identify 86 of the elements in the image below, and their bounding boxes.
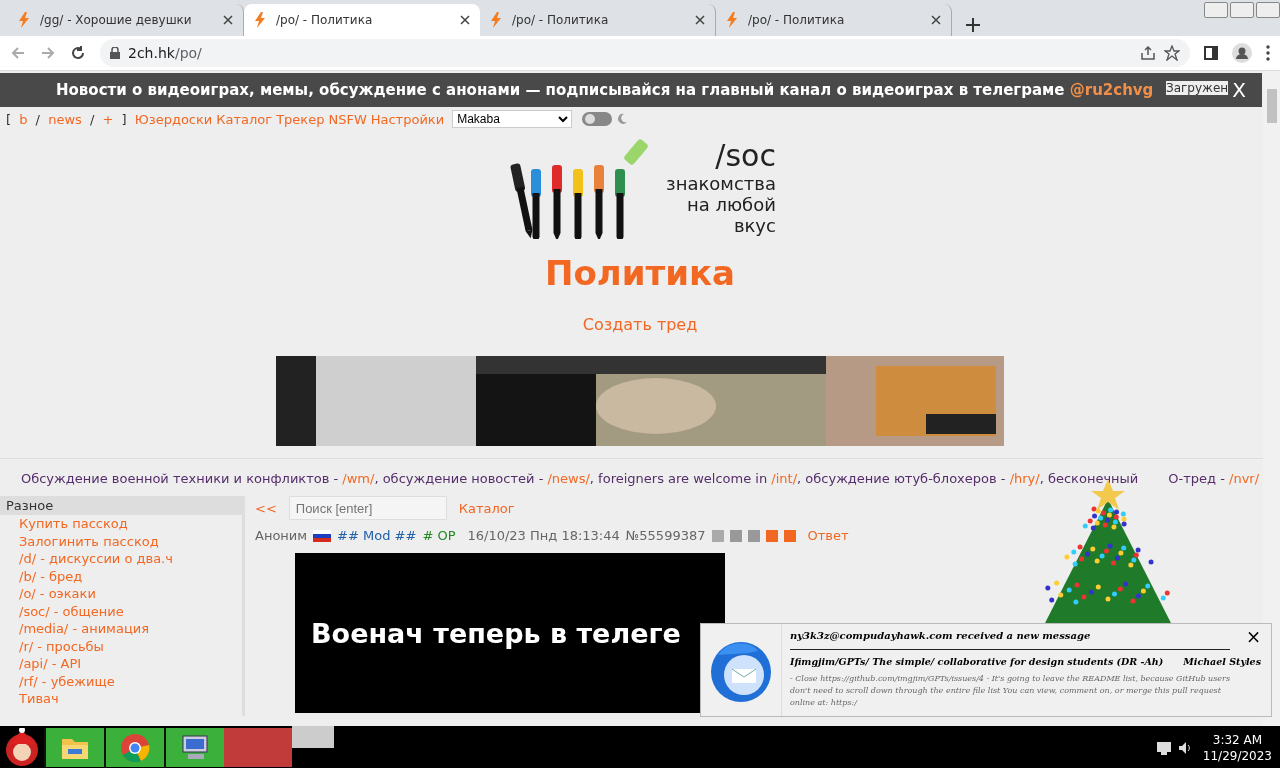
catalog-link[interactable]: Каталог bbox=[458, 500, 515, 516]
chrome-icon bbox=[120, 732, 150, 763]
post-image[interactable]: Военач теперь в телеге bbox=[295, 553, 725, 713]
nav-bracket: ] bbox=[120, 111, 128, 127]
board-description: Обсуждение военной техники и конфликтов - bbox=[20, 471, 340, 486]
reply-link[interactable]: Ответ bbox=[807, 528, 849, 543]
nav-link[interactable]: Каталог bbox=[216, 111, 273, 127]
taskbar-button[interactable] bbox=[44, 728, 104, 767]
board-description: О-тред - bbox=[1168, 471, 1226, 486]
board-link[interactable]: /int/ bbox=[771, 471, 798, 486]
notification-sender: Michael Styles bbox=[1183, 656, 1261, 667]
nav-bracket: [ bbox=[6, 111, 13, 127]
sidebar-link[interactable]: /api/ - API bbox=[0, 655, 242, 673]
board-link[interactable]: /nvr/ bbox=[1229, 471, 1260, 486]
poster-name: Аноним bbox=[255, 528, 308, 543]
announcement-text: Новости о видеоиграх, мемы, обсуждение с анонами — подписывайся на главный канал о видеоиграх в телеграме @ru2chvg bbox=[56, 81, 1154, 99]
clock-date[interactable]: 11/29/2023 bbox=[1202, 747, 1272, 764]
loading-text: Загружен bbox=[1166, 81, 1229, 95]
board-link[interactable]: /news/ bbox=[547, 471, 590, 486]
sidebar-link[interactable]: Купить пасскод bbox=[0, 515, 242, 533]
dark-mode-toggle[interactable] bbox=[582, 112, 613, 126]
side-panel-icon[interactable] bbox=[1204, 46, 1218, 60]
lightning-icon bbox=[18, 12, 30, 28]
menu-icon[interactable] bbox=[1266, 45, 1270, 61]
lightning-icon bbox=[726, 12, 738, 28]
sidebar-link[interactable]: Тивач bbox=[0, 690, 242, 708]
sidebar-link[interactable]: /o/ - оэкаки bbox=[0, 585, 242, 603]
nav-link[interactable]: news bbox=[48, 111, 82, 127]
clock-time[interactable]: 3:32 AM bbox=[1202, 731, 1272, 748]
scrollbar-thumb[interactable] bbox=[1267, 89, 1277, 123]
new-tab-icon[interactable] bbox=[966, 18, 980, 32]
profile-icon[interactable] bbox=[1232, 43, 1252, 63]
share-icon[interactable] bbox=[1140, 45, 1156, 61]
nav-link[interactable]: NSFW bbox=[328, 111, 367, 127]
sidebar-link[interactable]: /r/ - просьбы bbox=[0, 637, 242, 655]
flag-icon bbox=[313, 529, 332, 542]
op-mark: # OP bbox=[422, 528, 456, 543]
notification-popup[interactable] bbox=[700, 623, 1272, 717]
board-description: , обсуждение ютуб-блохеров - bbox=[797, 471, 1007, 486]
close-button[interactable]: X bbox=[1232, 78, 1246, 102]
nav-link[interactable]: b bbox=[19, 111, 28, 127]
sidebar-link[interactable]: /rf/ - убежище bbox=[0, 672, 242, 690]
post-date: 16/10/23 Пнд 18:13:44 bbox=[467, 528, 620, 543]
sidebar-link[interactable]: /b/ - бред bbox=[0, 567, 242, 585]
nav-link[interactable]: Настройки bbox=[370, 111, 445, 127]
nav-link[interactable]: Юзердоски bbox=[134, 111, 213, 127]
style-select[interactable]: Makaba bbox=[452, 110, 573, 128]
logo-board-name: /soc bbox=[715, 139, 776, 173]
sidebar-header: Разное bbox=[0, 496, 242, 515]
board-description: , обсуждение новостей - bbox=[374, 471, 545, 486]
moon-icon bbox=[616, 113, 629, 125]
board-description: , бесконечный bbox=[1039, 471, 1139, 486]
search-field[interactable]: Поиск [enter] bbox=[288, 496, 447, 520]
logo-tagline: вкус bbox=[733, 215, 776, 236]
nav-bracket: / bbox=[34, 111, 41, 127]
browser-tab[interactable]: /po/ - Политика bbox=[244, 4, 480, 36]
notification-title: ny3k3z@compudayhawk.com received a new message bbox=[790, 630, 1230, 650]
back-link[interactable]: << bbox=[255, 500, 277, 516]
computer-icon bbox=[180, 733, 210, 762]
board-description: , foreigners are welcome in bbox=[589, 471, 769, 486]
address-bar[interactable]: 2ch.hk/po/ bbox=[100, 39, 1190, 67]
lightning-icon bbox=[254, 12, 266, 28]
lightning-icon bbox=[490, 12, 502, 28]
tripcode: ## Mod ## bbox=[337, 528, 417, 543]
reload-icon[interactable] bbox=[70, 45, 86, 61]
image-caption: Военач теперь в телеге bbox=[311, 617, 681, 649]
nav-bracket: / bbox=[88, 111, 96, 127]
board-link[interactable]: /hry/ bbox=[1009, 471, 1040, 486]
board-title: Политика bbox=[544, 253, 736, 293]
nav-link[interactable]: + bbox=[102, 111, 114, 127]
taskbar-button[interactable] bbox=[104, 728, 164, 767]
sidebar-link[interactable]: Залогинить пасскод bbox=[0, 532, 242, 550]
logo-tagline: знакомства bbox=[666, 173, 776, 194]
close-button[interactable]: × bbox=[1245, 626, 1261, 647]
sidebar-link[interactable]: /soc/ - общение bbox=[0, 602, 242, 620]
sidebar-link[interactable]: /media/ - анимация bbox=[0, 620, 242, 638]
sidebar-link[interactable]: /d/ - дискуссии о два.ч bbox=[0, 550, 242, 568]
taskbar-button[interactable] bbox=[164, 728, 224, 767]
board-link[interactable]: /wm/ bbox=[342, 471, 375, 486]
channel-link[interactable]: @ru2chvg bbox=[1069, 81, 1154, 99]
nav-link[interactable]: Трекер bbox=[276, 111, 325, 127]
notification-preview: - Close https://github.com/imgjim/GPTs/issues/4 - It's going to leave the README list, because GitHub users don't need to scroll down through the entire file list You can view, comment on, or merge this pull request online at: https:/ bbox=[790, 673, 1231, 709]
post-number[interactable]: №55599387 bbox=[625, 528, 706, 543]
logo-tagline: на любой bbox=[686, 194, 776, 215]
notification-subject: Ifimgjim/GPTs/ The simple/ collaborative for design students (DR -Ah) bbox=[790, 656, 1164, 667]
create-thread-link[interactable]: Создать тред bbox=[582, 315, 698, 334]
